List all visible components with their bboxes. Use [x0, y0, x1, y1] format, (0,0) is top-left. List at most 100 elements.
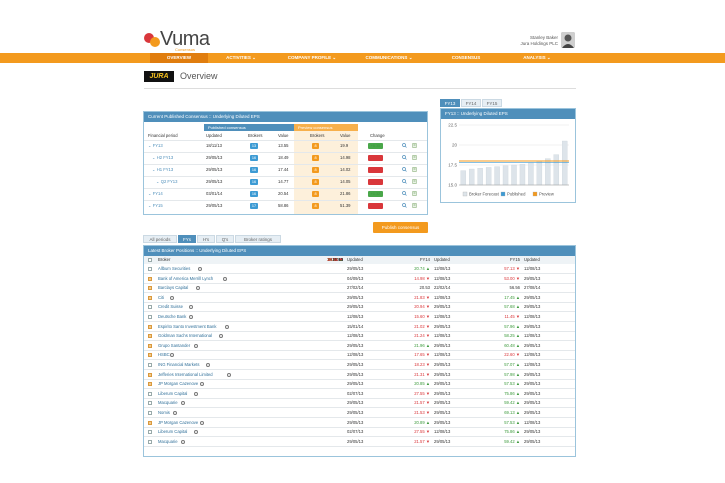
brokers-count-badge[interactable]: 16 [250, 167, 258, 173]
col-header[interactable]: Financial period [148, 132, 178, 140]
broker-name[interactable]: JP Morgan Cazenove [158, 380, 198, 388]
col-header[interactable]: Value [340, 132, 350, 140]
row-checkbox[interactable] [148, 343, 152, 348]
nav-communications[interactable]: COMMUNICATIONS ⌄ [350, 53, 428, 63]
info-icon[interactable] [199, 382, 204, 387]
info-icon[interactable] [195, 286, 200, 291]
row-checkbox[interactable] [148, 439, 152, 444]
preview-brokers-badge[interactable]: 8 [312, 155, 319, 161]
preview-brokers-badge[interactable]: 8 [312, 203, 319, 209]
document-icon[interactable] [412, 167, 417, 172]
broker-name[interactable]: Jefferies International Limited [158, 371, 213, 379]
info-icon[interactable] [189, 305, 194, 310]
row-checkbox[interactable] [148, 401, 152, 406]
col-header[interactable]: FY15 [496, 256, 520, 264]
col-header[interactable]: Updated [347, 256, 363, 264]
info-icon[interactable] [170, 353, 175, 358]
nav-activities[interactable]: ACTIVITIES ⌄ [208, 53, 274, 63]
tab-fy13[interactable]: FY13 [440, 99, 460, 107]
row-checkbox[interactable] [148, 295, 152, 300]
period-toggle[interactable]: ⌄ H2 FY13 [152, 154, 173, 162]
row-checkbox[interactable] [148, 334, 152, 339]
row-checkbox[interactable] [148, 305, 152, 310]
col-header[interactable]: Brokers [248, 132, 262, 140]
tab-qs[interactable]: Q's [216, 235, 234, 243]
row-checkbox[interactable] [148, 411, 152, 415]
nav-company-profile[interactable]: COMPANY PROFILE ⌄ [274, 53, 350, 63]
period-toggle[interactable]: ⌄ FY14 [148, 190, 163, 198]
row-checkbox[interactable] [148, 420, 152, 425]
col-header[interactable]: Brokers [310, 132, 324, 140]
row-checkbox[interactable] [148, 391, 152, 396]
row-checkbox[interactable] [148, 430, 152, 435]
nav-overview[interactable]: OVERVIEW [150, 53, 208, 63]
broker-name[interactable]: Allbum Securities [158, 265, 190, 273]
info-icon[interactable] [206, 363, 211, 367]
tab-fy14[interactable]: FY14 [461, 99, 481, 107]
broker-name[interactable]: Macquarie [158, 438, 178, 446]
user-name[interactable]: Stanley Baker [510, 35, 558, 40]
tab-hs[interactable]: H's [197, 235, 215, 243]
broker-name[interactable]: HSBC [158, 351, 170, 359]
period-toggle[interactable]: ⌄ FY13 [148, 142, 163, 150]
row-checkbox[interactable] [148, 267, 152, 271]
preview-brokers-badge[interactable]: 8 [312, 191, 319, 197]
period-toggle[interactable]: ⌄ FY15 [148, 202, 163, 210]
row-checkbox[interactable] [148, 372, 152, 377]
preview-brokers-badge[interactable]: 8 [312, 179, 319, 185]
row-checkbox[interactable] [148, 363, 152, 367]
col-header[interactable]: Value [278, 132, 288, 140]
broker-name[interactable]: Grupo Santander [158, 342, 190, 350]
col-header[interactable]: Updated [434, 256, 450, 264]
info-icon[interactable] [193, 391, 198, 396]
search-icon[interactable] [402, 167, 407, 172]
tab-all-periods[interactable]: All periods [143, 235, 177, 243]
row-checkbox[interactable] [148, 315, 152, 319]
search-icon[interactable] [402, 179, 407, 184]
info-icon[interactable] [218, 334, 223, 339]
document-icon[interactable] [412, 155, 417, 160]
broker-name[interactable]: Bank of America Merrill Lynch [158, 275, 213, 283]
search-icon[interactable] [402, 143, 407, 148]
info-icon[interactable] [172, 411, 177, 415]
broker-name[interactable]: Liberum Capital [158, 390, 187, 398]
info-icon[interactable] [180, 439, 185, 444]
info-icon[interactable] [197, 267, 202, 271]
brokers-count-badge[interactable]: 16 [250, 191, 258, 197]
row-checkbox[interactable] [148, 353, 152, 358]
search-icon[interactable] [402, 191, 407, 196]
document-icon[interactable] [412, 203, 417, 208]
info-icon[interactable] [193, 430, 198, 435]
nav-consensus[interactable]: CONSENSUS [428, 53, 504, 63]
search-icon[interactable] [402, 155, 407, 160]
tab-fys[interactable]: FYs [178, 235, 196, 243]
broker-name[interactable]: Deutsche Bank [158, 313, 186, 321]
broker-name[interactable]: Credit Suisse [158, 303, 183, 311]
row-checkbox[interactable] [148, 324, 152, 329]
nav-analysis[interactable]: ANALYSIS ⌄ [504, 53, 570, 63]
broker-name[interactable]: Liberum Capital [158, 428, 187, 436]
select-all-checkbox[interactable] [148, 258, 152, 262]
row-checkbox[interactable] [148, 382, 152, 387]
document-icon[interactable] [412, 179, 417, 184]
broker-name[interactable]: Citi [158, 294, 164, 302]
document-icon[interactable] [412, 191, 417, 196]
period-toggle[interactable]: ⌄ H1 FY13 [152, 166, 173, 174]
info-icon[interactable] [180, 401, 185, 406]
info-icon[interactable] [222, 276, 227, 281]
broker-name[interactable]: Goldman Sachs International [158, 332, 212, 340]
broker-name[interactable]: Espirito Santo Investment Bank [158, 323, 216, 331]
col-header[interactable]: Change [370, 132, 385, 140]
row-checkbox[interactable] [148, 286, 152, 291]
publish-consensus-button[interactable]: Publish consensus [373, 222, 428, 233]
preview-brokers-badge[interactable]: 8 [312, 167, 319, 173]
brokers-count-badge[interactable]: 17 [250, 203, 258, 209]
col-header[interactable]: FY14 [406, 256, 430, 264]
info-icon[interactable] [189, 315, 194, 319]
broker-name[interactable]: JP Morgan Cazenove [158, 419, 198, 427]
preview-brokers-badge[interactable]: 8 [312, 143, 319, 149]
avatar[interactable] [561, 32, 575, 48]
broker-name[interactable]: Barclays Capital [158, 284, 188, 292]
brokers-count-badge[interactable]: 16 [250, 179, 258, 185]
broker-name[interactable]: ING Financial Markets [158, 361, 199, 369]
